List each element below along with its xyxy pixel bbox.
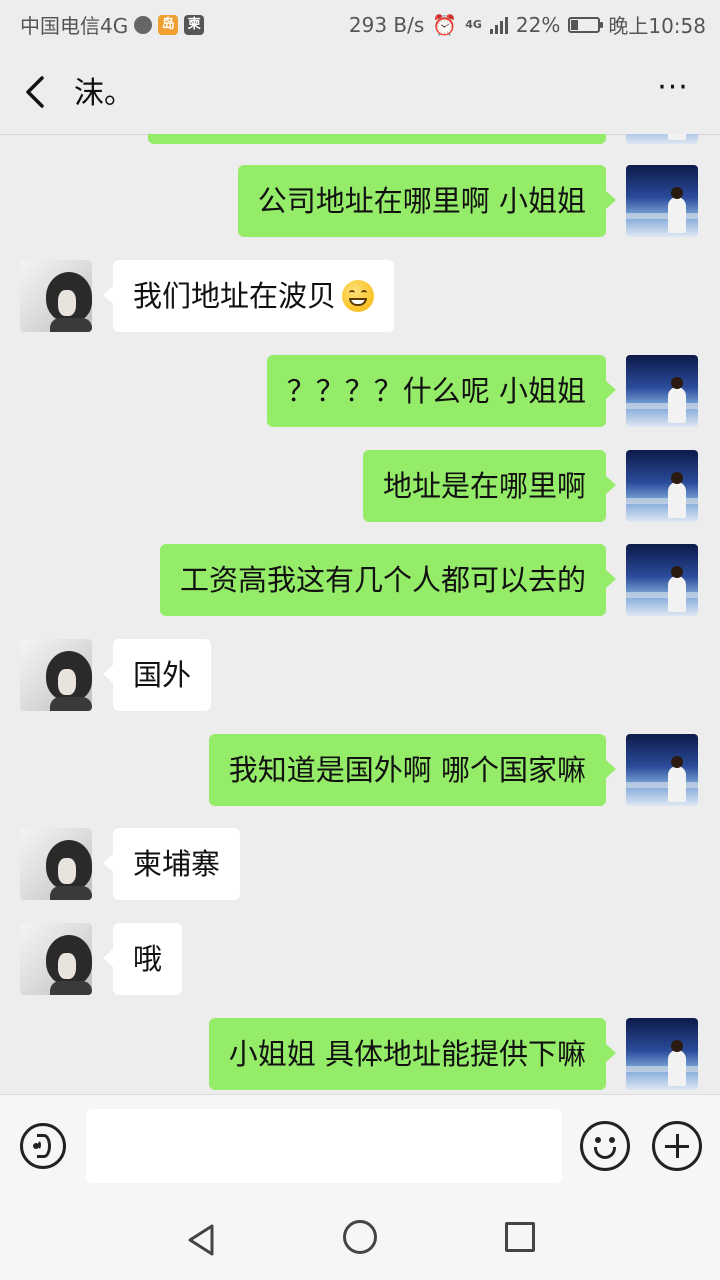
- contact-avatar[interactable]: [20, 260, 92, 332]
- my-avatar[interactable]: [626, 734, 698, 806]
- message-bubble[interactable]: 公司地址在哪里啊 小姐姐: [237, 165, 617, 237]
- message-bubble[interactable]: [148, 134, 606, 144]
- my-avatar[interactable]: [626, 134, 698, 144]
- more-functions-button[interactable]: [652, 1121, 702, 1171]
- smiley-icon: [595, 1137, 601, 1143]
- message-bubble[interactable]: 国外: [102, 639, 212, 711]
- message-bubble[interactable]: 哦: [102, 923, 183, 995]
- input-bar: [0, 1094, 720, 1199]
- message-bubble[interactable]: 小姐姐 具体地址能提供下嘛: [208, 1018, 617, 1090]
- emoji-button[interactable]: [580, 1121, 630, 1171]
- network-type: 4G: [465, 18, 482, 31]
- more-options-button[interactable]: ···: [650, 70, 696, 114]
- app-badge-icon: 岛: [158, 14, 179, 35]
- system-nav-bar: [0, 1198, 720, 1280]
- battery-icon: [568, 16, 604, 33]
- my-avatar[interactable]: [626, 355, 698, 427]
- my-avatar[interactable]: [626, 1018, 698, 1090]
- message-list[interactable]: 公司地址在哪里啊 小姐姐 我们地址在波贝 ？？？？什么呢 小姐姐 地址是在哪里啊…: [0, 134, 720, 1094]
- message-bubble[interactable]: ？？？？什么呢 小姐姐: [266, 355, 617, 427]
- grinning-emoji-icon: [342, 280, 375, 312]
- signal-icon: [489, 16, 508, 34]
- more-icon: ···: [657, 70, 689, 105]
- network-speed: 293 B/s: [348, 12, 425, 37]
- clock: 晚上10:58: [608, 14, 706, 38]
- message-bubble[interactable]: 我知道是国外啊 哪个国家嘛: [208, 734, 617, 806]
- voice-input-button[interactable]: [20, 1123, 66, 1169]
- my-avatar[interactable]: [626, 165, 698, 237]
- chat-title: 沫。: [74, 76, 134, 111]
- status-right: 293 B/s ⏰ 4G 22% 晚上10:58: [349, 10, 706, 39]
- battery-fill: [571, 19, 578, 30]
- chevron-left-icon: [26, 76, 44, 108]
- message-bubble[interactable]: 工资高我这有几个人都可以去的: [159, 544, 617, 616]
- contact-avatar[interactable]: [20, 639, 92, 711]
- message-bubble[interactable]: 我们地址在波贝: [102, 260, 395, 332]
- chat-header: 沫。 ···: [0, 50, 720, 135]
- app-badge-icon: 柬: [184, 14, 205, 35]
- contact-avatar[interactable]: [20, 923, 92, 995]
- chat-screen: 中国电信4G 岛 柬 293 B/s ⏰ 4G 22% 晚上10:58 沫。 ·…: [0, 0, 720, 1280]
- my-avatar[interactable]: [626, 450, 698, 522]
- message-bubble[interactable]: 地址是在哪里啊: [362, 450, 617, 522]
- battery-percent: 22%: [515, 12, 561, 37]
- message-bubble[interactable]: 柬埔寨: [102, 828, 241, 900]
- triangle-back-icon: [188, 1224, 214, 1256]
- message-input[interactable]: [86, 1109, 562, 1183]
- nav-home-button[interactable]: [343, 1220, 377, 1254]
- status-left: 中国电信4G 岛 柬: [20, 10, 205, 39]
- globe-icon: [134, 15, 153, 34]
- alarm-icon: ⏰: [432, 12, 458, 37]
- back-button[interactable]: [18, 70, 58, 114]
- nav-recent-apps-button[interactable]: [505, 1222, 535, 1252]
- message-text: 我们地址在波贝: [133, 279, 337, 313]
- status-bar: 中国电信4G 岛 柬 293 B/s ⏰ 4G 22% 晚上10:58: [0, 0, 720, 50]
- my-avatar[interactable]: [626, 544, 698, 616]
- contact-avatar[interactable]: [20, 828, 92, 900]
- nav-back-button[interactable]: [184, 1220, 224, 1260]
- carrier-label: 中国电信4G: [20, 14, 129, 38]
